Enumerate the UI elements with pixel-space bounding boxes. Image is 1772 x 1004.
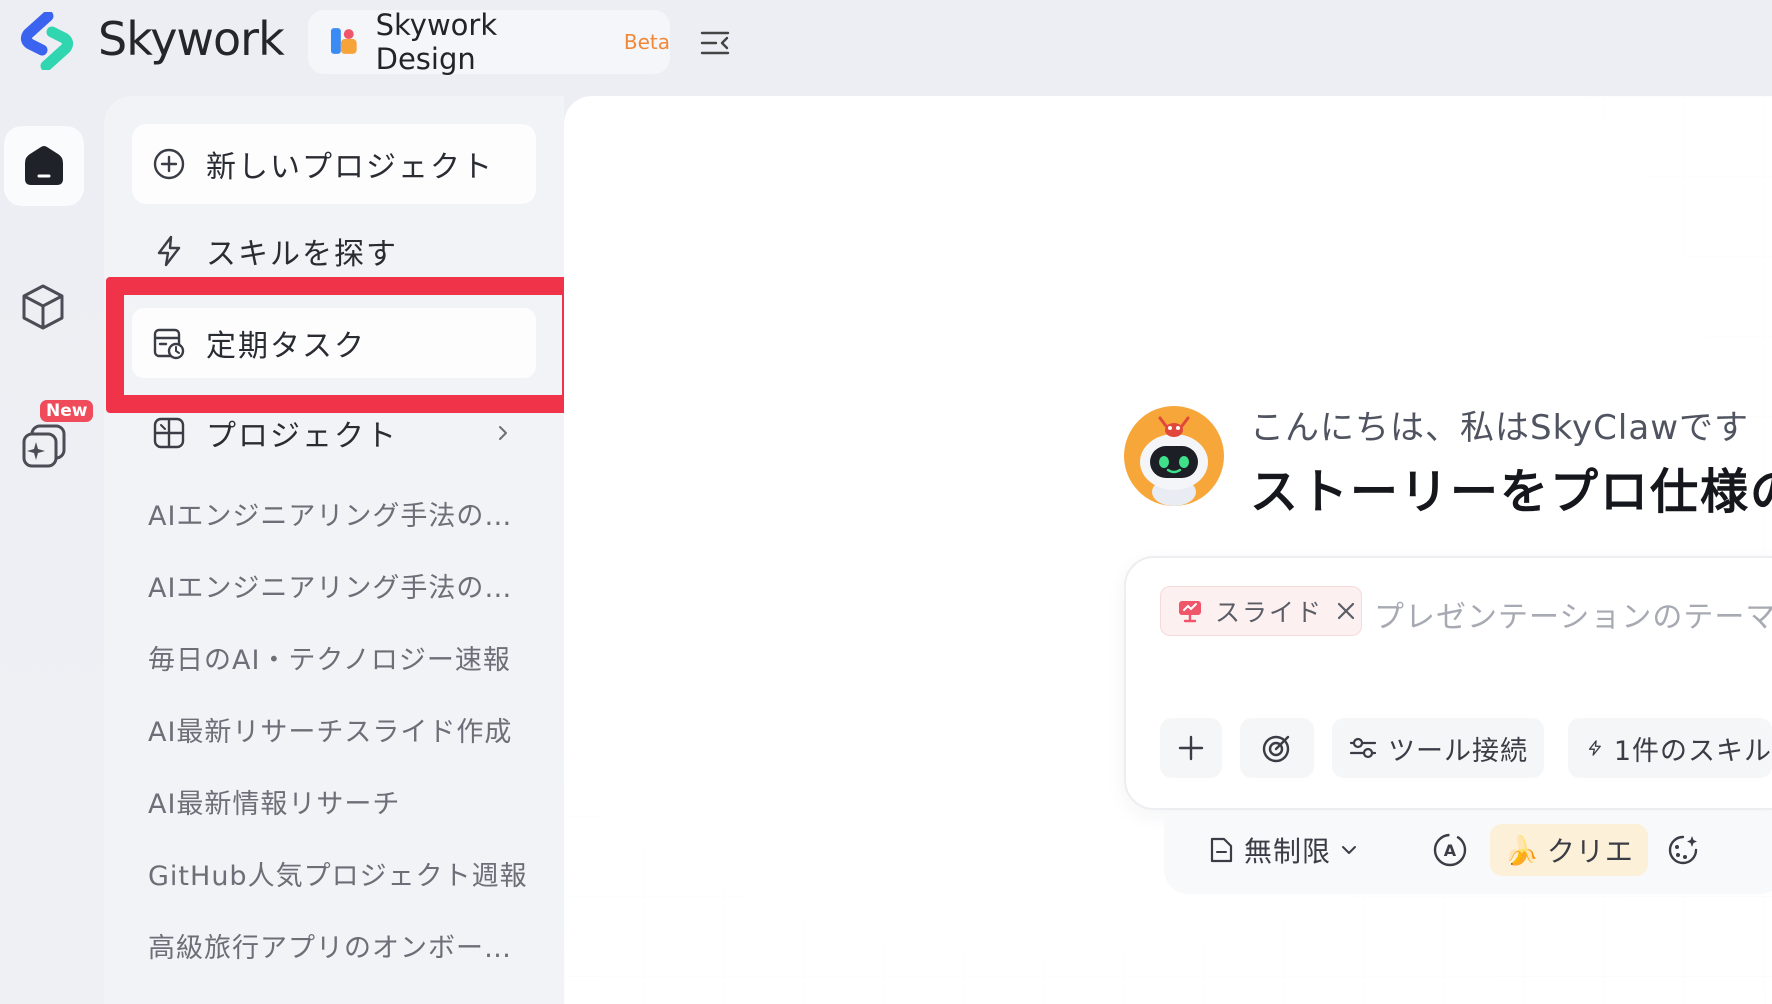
new-feature-icon[interactable] bbox=[18, 420, 70, 472]
banana-icon: 🍌 bbox=[1504, 833, 1539, 867]
projects-label: プロジェクト bbox=[206, 419, 398, 454]
skywork-design-button[interactable]: Skywork Design Beta bbox=[308, 8, 670, 76]
brand-name: Skywork bbox=[98, 12, 285, 66]
tool-connect-label: ツール接続 bbox=[1388, 735, 1528, 767]
sidebar-item-scheduled-tasks[interactable]: 定期タスク bbox=[132, 308, 536, 378]
history-item[interactable]: 高級旅行アプリのオンボー… bbox=[148, 926, 512, 965]
auto-mode-button[interactable]: A bbox=[1430, 824, 1470, 876]
chevron-down-icon bbox=[1342, 846, 1357, 854]
headline-text: ストーリーをプロ仕様の bbox=[1250, 464, 1772, 520]
target-mode-button[interactable] bbox=[1240, 718, 1314, 778]
lightning-icon bbox=[1588, 740, 1601, 756]
usage-limit-label: 無制限 bbox=[1244, 835, 1332, 868]
slide-chip-label: スライド bbox=[1215, 598, 1324, 627]
rail-home-button[interactable] bbox=[4, 126, 84, 206]
beta-badge: Beta bbox=[623, 30, 670, 54]
presentation-icon bbox=[1179, 601, 1201, 623]
greeting-text: こんにちは、私はSkyClawです bbox=[1250, 408, 1750, 448]
home-icon bbox=[25, 146, 63, 185]
history-item[interactable]: 毎日のAI・テクノロジー速報 bbox=[148, 638, 511, 677]
plus-icon bbox=[1178, 735, 1204, 761]
chevron-right-icon bbox=[499, 426, 507, 440]
cube-icon[interactable] bbox=[18, 282, 68, 332]
skills-button[interactable]: 1件のスキル bbox=[1568, 718, 1772, 778]
history-item[interactable]: AIエンジニアリング手法の… bbox=[148, 566, 512, 605]
sidebar-item-projects[interactable]: プロジェクト bbox=[132, 398, 536, 468]
history-item[interactable]: AIエンジニアリング手法の… bbox=[148, 494, 512, 533]
scheduled-tasks-label: 定期タスク bbox=[206, 329, 366, 364]
sidebar-item-find-skills[interactable]: スキルを探す bbox=[132, 216, 536, 286]
history-item[interactable]: AI最新リサーチスライド作成 bbox=[148, 710, 512, 749]
add-attachment-button[interactable] bbox=[1160, 718, 1222, 778]
new-badge: New bbox=[40, 400, 94, 422]
design-name: Skywork Design bbox=[375, 8, 498, 76]
palette-sparkle-icon bbox=[1668, 835, 1698, 865]
projects-grid-icon bbox=[153, 417, 185, 449]
skills-label: 1件のスキル bbox=[1613, 735, 1772, 767]
find-skills-label: スキルを探す bbox=[206, 237, 398, 272]
image-style-button[interactable] bbox=[1666, 824, 1700, 876]
plus-circle-icon bbox=[153, 148, 185, 180]
design-app-icon bbox=[330, 28, 357, 54]
document-icon bbox=[1210, 837, 1233, 863]
creative-label: クリエ bbox=[1546, 835, 1634, 868]
slide-mode-chip[interactable]: スライド bbox=[1160, 586, 1362, 636]
calendar-clock-icon bbox=[153, 328, 185, 360]
new-project-label: 新しいプロジェクト bbox=[206, 150, 494, 185]
sliders-icon bbox=[1349, 737, 1377, 759]
new-project-button[interactable]: 新しいプロジェクト bbox=[132, 124, 536, 204]
auto-mode-icon: A bbox=[1433, 833, 1467, 867]
skywork-logo-icon[interactable] bbox=[18, 12, 76, 70]
usage-limit-dropdown[interactable]: 無制限 bbox=[1206, 824, 1359, 876]
target-icon bbox=[1262, 735, 1290, 763]
svg-text:A: A bbox=[1444, 841, 1457, 860]
lightning-icon bbox=[157, 235, 181, 267]
collapse-sidebar-icon[interactable] bbox=[698, 26, 732, 60]
creative-mode-chip[interactable]: 🍌 クリエ bbox=[1490, 824, 1648, 876]
prompt-placeholder[interactable]: プレゼンテーションのテーマ bbox=[1374, 592, 1772, 636]
tool-connect-button[interactable]: ツール接続 bbox=[1332, 718, 1544, 778]
history-item[interactable]: GitHub人気プロジェクト週報 bbox=[148, 854, 528, 893]
skyclaw-avatar bbox=[1124, 406, 1224, 506]
history-item[interactable]: AI最新情報リサーチ bbox=[148, 782, 400, 821]
close-icon[interactable] bbox=[1335, 600, 1357, 622]
